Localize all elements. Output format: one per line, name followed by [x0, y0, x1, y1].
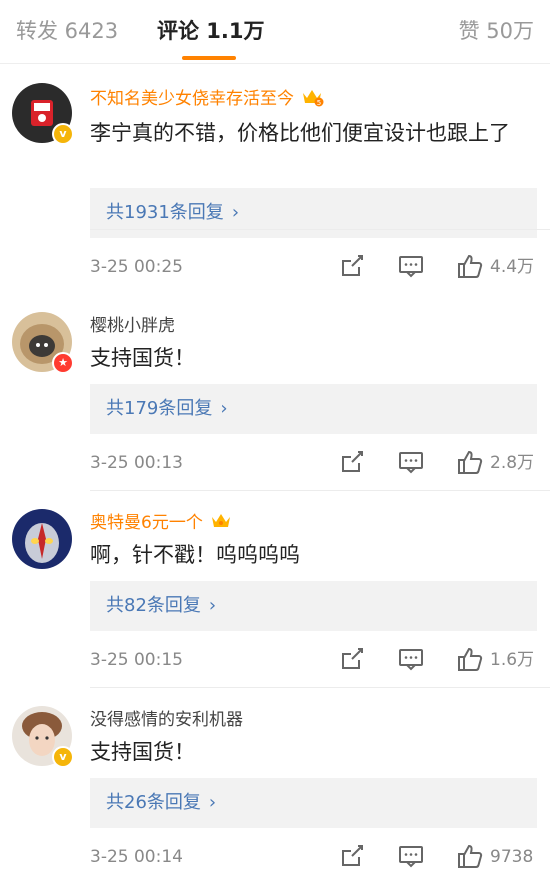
- thumbs-up-icon[interactable]: [456, 645, 484, 673]
- thumbs-up-icon[interactable]: [456, 252, 484, 280]
- comment-icon[interactable]: [397, 645, 425, 673]
- comment-text: 啊，针不戳！呜呜呜呜: [90, 543, 300, 567]
- replies-count: 共1931条回复: [106, 202, 224, 223]
- like-count: 9738: [490, 847, 534, 867]
- avatar[interactable]: v: [12, 83, 74, 145]
- comment-icon[interactable]: [397, 252, 425, 280]
- vip-crown-icon: [211, 514, 230, 527]
- like-count: 2.8万: [490, 453, 535, 473]
- avatar[interactable]: v: [12, 706, 74, 768]
- chevron-right-icon: ›: [208, 595, 217, 616]
- tab-like[interactable]: 赞 50万: [459, 16, 534, 46]
- vip-crown-icon: 5: [303, 90, 324, 107]
- chevron-right-icon: ›: [208, 792, 217, 813]
- timestamp: 3-25 00:13: [90, 453, 183, 473]
- username[interactable]: 没得感情的安利机器: [90, 708, 243, 732]
- replies-link[interactable]: 共1931条回复 ›: [90, 188, 537, 238]
- share-icon[interactable]: [338, 448, 366, 476]
- username-text: 不知名美少女侥幸存活至今: [90, 89, 294, 109]
- comment-item: v 没得感情的安利机器 支持国货！ 共26条回复 › 3-25 00:14 973…: [0, 688, 550, 875]
- verified-v-icon: v: [52, 123, 74, 145]
- svg-text:5: 5: [317, 99, 321, 107]
- comment-item: 奥特曼6元一个 啊，针不戳！呜呜呜呜 共82条回复 › 3-25 00:15 1.…: [0, 491, 550, 688]
- comment-item: ★ 樱桃小胖虎 支持国货！ 共179条回复 › 3-25 00:13 2.8万: [0, 294, 550, 491]
- like-count: 4.4万: [490, 257, 535, 277]
- comment-item: v 不知名美少女侥幸存活至今 5 李宁真的不错，价格比他们便宜设计也跟上了 共19…: [0, 65, 550, 278]
- thumbs-up-icon[interactable]: [456, 448, 484, 476]
- active-tab-indicator: [182, 56, 236, 60]
- star-badge-icon: ★: [52, 352, 74, 374]
- comment-icon[interactable]: [397, 842, 425, 870]
- timestamp: 3-25 00:15: [90, 650, 183, 670]
- share-icon[interactable]: [338, 842, 366, 870]
- thumbs-up-icon[interactable]: [456, 842, 484, 870]
- username[interactable]: 樱桃小胖虎: [90, 314, 175, 338]
- replies-count: 共82条回复: [106, 595, 201, 616]
- chevron-right-icon: ›: [220, 398, 228, 419]
- replies-link[interactable]: 共179条回复 ›: [90, 384, 537, 434]
- avatar[interactable]: [12, 509, 72, 569]
- username[interactable]: 不知名美少女侥幸存活至今 5: [90, 87, 324, 111]
- comment-text: 李宁真的不错，价格比他们便宜设计也跟上了: [90, 121, 510, 145]
- username[interactable]: 奥特曼6元一个: [90, 511, 233, 535]
- comment-text: 支持国货！: [90, 346, 195, 370]
- timestamp: 3-25 00:25: [90, 257, 183, 277]
- replies-link[interactable]: 共82条回复 ›: [90, 581, 537, 631]
- comment-meta: 3-25 00:13 2.8万: [0, 448, 550, 478]
- comment-icon[interactable]: [397, 448, 425, 476]
- tab-comment[interactable]: 评论 1.1万: [157, 16, 265, 46]
- replies-count: 共179条回复: [106, 398, 213, 419]
- replies-count: 共26条回复: [106, 792, 201, 813]
- verified-v-icon: v: [52, 746, 74, 768]
- comment-tabs: 转发 6423 评论 1.1万 赞 50万: [0, 0, 550, 64]
- share-icon[interactable]: [338, 252, 366, 280]
- avatar[interactable]: ★: [12, 312, 74, 374]
- like-count: 1.6万: [490, 650, 535, 670]
- tab-repost[interactable]: 转发 6423: [16, 16, 118, 46]
- divider: [90, 229, 550, 230]
- chevron-right-icon: ›: [231, 202, 240, 223]
- comment-meta: 3-25 00:14 9738: [0, 842, 550, 872]
- replies-link[interactable]: 共26条回复 ›: [90, 778, 537, 828]
- username-text: 奥特曼6元一个: [90, 513, 203, 533]
- share-icon[interactable]: [338, 645, 366, 673]
- timestamp: 3-25 00:14: [90, 847, 183, 867]
- comment-meta: 3-25 00:25 4.4万: [0, 252, 550, 282]
- comment-meta: 3-25 00:15 1.6万: [0, 645, 550, 675]
- comment-text: 支持国货！: [90, 740, 195, 764]
